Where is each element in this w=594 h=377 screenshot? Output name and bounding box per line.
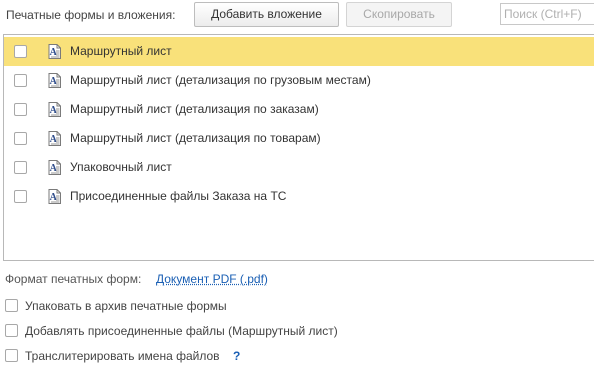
help-icon[interactable]: ?	[233, 349, 240, 363]
toolbar-label: Печатные формы и вложения:	[6, 8, 176, 22]
svg-text:A: A	[50, 76, 58, 87]
format-label: Формат печатных форм:	[5, 272, 142, 286]
archive-label: Упаковать в архив печатные формы	[25, 299, 227, 313]
row-checkbox[interactable]	[14, 132, 27, 145]
list-item-label: Маршрутный лист	[70, 44, 172, 58]
row-checkbox[interactable]	[14, 103, 27, 116]
list-item[interactable]: A Присоединенные файлы Заказа на ТС	[4, 182, 594, 211]
list-item[interactable]: A Упаковочный лист	[4, 153, 594, 182]
document-text-icon: A	[48, 102, 61, 117]
row-checkbox[interactable]	[14, 45, 27, 58]
svg-text:A: A	[50, 105, 58, 116]
list-item[interactable]: A Маршрутный лист (детализация по заказа…	[4, 95, 594, 124]
list-item[interactable]: A Маршрутный лист (детализация по товара…	[4, 124, 594, 153]
print-forms-list[interactable]: A Маршрутный лист A Маршрутный лист (дет…	[3, 34, 594, 261]
row-checkbox[interactable]	[14, 190, 27, 203]
list-item-label: Маршрутный лист (детализация по заказам)	[70, 102, 319, 116]
row-checkbox[interactable]	[14, 161, 27, 174]
list-item[interactable]: A Маршрутный лист (детализация по грузов…	[4, 66, 594, 95]
archive-checkbox[interactable]	[5, 299, 18, 312]
attach-files-label: Добавлять присоединенные файлы (Маршрутн…	[25, 324, 338, 338]
svg-text:A: A	[50, 134, 58, 145]
document-text-icon: A	[48, 189, 61, 204]
list-item-label: Присоединенные файлы Заказа на ТС	[70, 189, 287, 203]
transliterate-label: Транслитерировать имена файлов	[25, 349, 220, 363]
transliterate-checkbox[interactable]	[5, 349, 18, 362]
copy-button[interactable]: Скопировать	[346, 2, 452, 27]
list-item-label: Маршрутный лист (детализация по товарам)	[70, 131, 321, 145]
list-item-label: Маршрутный лист (детализация по грузовым…	[70, 73, 371, 87]
document-text-icon: A	[48, 160, 61, 175]
list-item-label: Упаковочный лист	[70, 160, 172, 174]
format-select-link[interactable]: Документ PDF (.pdf)	[156, 272, 268, 286]
list-item[interactable]: A Маршрутный лист	[4, 37, 594, 66]
attach-files-checkbox[interactable]	[5, 324, 18, 337]
svg-text:A: A	[50, 47, 58, 58]
document-text-icon: A	[48, 73, 61, 88]
svg-text:A: A	[50, 163, 58, 174]
document-text-icon: A	[48, 44, 61, 59]
svg-text:A: A	[50, 192, 58, 203]
toolbar: Печатные формы и вложения: Добавить влож…	[0, 0, 594, 30]
document-text-icon: A	[48, 131, 61, 146]
row-checkbox[interactable]	[14, 74, 27, 87]
search-input[interactable]	[500, 3, 594, 25]
add-attachment-button[interactable]: Добавить вложение	[194, 2, 339, 27]
